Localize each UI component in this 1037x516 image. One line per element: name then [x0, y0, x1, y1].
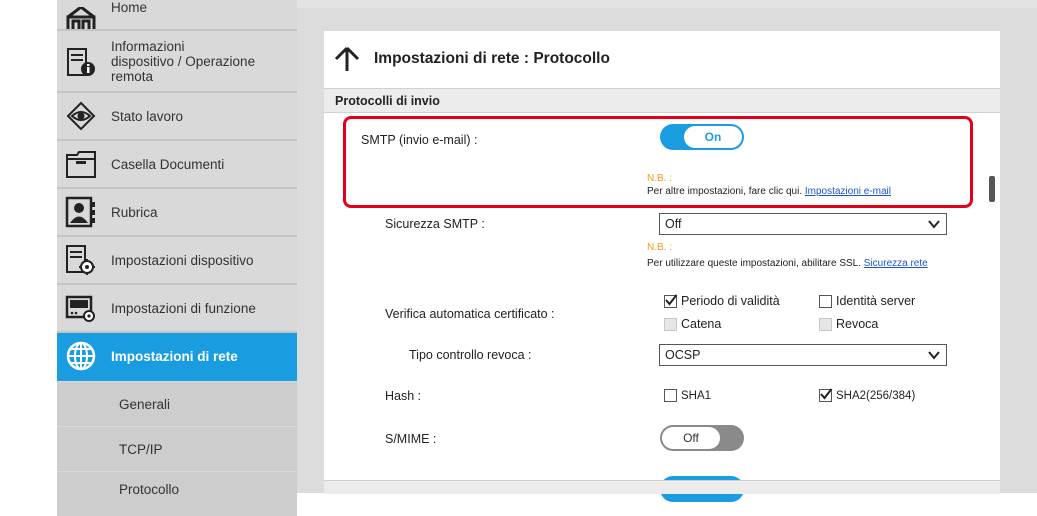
chevron-down-icon: [928, 351, 940, 360]
sidebar-item-home[interactable]: Home: [57, 0, 297, 31]
validity-period-checkbox[interactable]: Periodo di validità: [664, 293, 780, 308]
panel-header: Impostazioni di rete : Protocollo: [324, 31, 1000, 87]
sidebar-item-label: Impostazioni dispositivo: [111, 252, 254, 268]
toggle-knob: Off: [662, 427, 720, 449]
server-identity-checkbox[interactable]: Identità server: [819, 294, 915, 308]
panel-bottom-edge: [324, 480, 1000, 494]
hash-label: Hash :: [385, 389, 422, 403]
sidebar-subitem-tcpip[interactable]: TCP/IP: [57, 427, 297, 471]
note-tag: N.B. :: [647, 242, 673, 253]
note-tag: N.B. :: [647, 173, 673, 184]
smime-label: S/MIME :: [385, 432, 437, 446]
chain-checkbox[interactable]: Catena: [664, 317, 721, 331]
smime-toggle[interactable]: Off: [660, 425, 744, 451]
sidebar-item-label: Informazioni dispositivo / Operazione re…: [111, 38, 256, 84]
select-value: OCSP: [665, 348, 701, 362]
checkbox-box: [664, 293, 678, 308]
sidebar-subitem-label: Generali: [119, 396, 171, 412]
sha1-checkbox[interactable]: SHA1: [664, 389, 711, 402]
sidebar-item-label: Stato lavoro: [111, 108, 184, 124]
checkbox-label: Revoca: [836, 317, 879, 331]
toggle-knob: On: [684, 126, 742, 148]
chevron-down-icon: [928, 220, 940, 229]
sidebar-item-network-settings[interactable]: Impostazioni di rete: [57, 333, 297, 381]
checkbox-box: [819, 294, 832, 308]
home-icon: [65, 7, 97, 29]
smtp-note: Per altre impostazioni, fare clic qui. I…: [647, 185, 891, 198]
smtp-security-select[interactable]: Off: [659, 213, 947, 235]
back-arrow-icon[interactable]: [334, 46, 360, 72]
note-text: Per utilizzare queste impostazioni, abil…: [647, 258, 861, 269]
cert-check-label: Verifica automatica certificato :: [385, 307, 555, 321]
note-text: Per altre impostazioni, fare clic qui.: [647, 186, 803, 197]
network-security-link[interactable]: Sicurezza rete: [864, 258, 928, 269]
device-info-icon: [65, 45, 97, 77]
globe-icon: [65, 340, 97, 372]
checkbox-label: Periodo di validità: [681, 294, 780, 308]
smtp-security-note: Per utilizzare queste impostazioni, abil…: [647, 257, 977, 270]
sidebar-item-device-info[interactable]: Informazioni dispositivo / Operazione re…: [57, 31, 297, 93]
sidebar-subitem-label: Protocollo: [119, 482, 180, 497]
sidebar-item-label: Casella Documenti: [111, 156, 225, 172]
folder-icon: [65, 148, 97, 180]
page-title: Impostazioni di rete : Protocollo: [374, 50, 610, 67]
revocation-checkbox[interactable]: Revoca: [819, 317, 878, 331]
eye-icon: [65, 100, 97, 132]
scrollbar-thumb[interactable]: [989, 176, 995, 202]
check-icon: [820, 388, 833, 400]
checkbox-box: [664, 389, 677, 402]
sidebar-item-label: Impostazioni di rete: [111, 348, 238, 364]
checkbox-label: SHA2(256/384): [836, 389, 916, 402]
sha2-checkbox[interactable]: SHA2(256/384): [819, 388, 916, 402]
checkbox-box: [664, 317, 677, 331]
sidebar-subitem-general[interactable]: Generali: [57, 382, 297, 426]
sidebar-item-function-settings[interactable]: Impostazioni di funzione: [57, 285, 297, 333]
device-settings-icon: [65, 244, 97, 276]
sidebar-item-document-box[interactable]: Casella Documenti: [57, 141, 297, 189]
sidebar-subitem-label: TCP/IP: [119, 441, 163, 457]
smtp-label: SMTP (invio e-mail) :: [361, 133, 478, 147]
sidebar-item-label: Home: [111, 0, 148, 15]
address-book-icon: [65, 196, 97, 228]
section-title: Protocolli di invio: [335, 93, 440, 108]
sidebar-item-job-status[interactable]: Stato lavoro: [57, 93, 297, 141]
sidebar-item-label: Rubrica: [111, 204, 158, 220]
revocation-type-label: Tipo controllo revoca :: [409, 348, 532, 362]
email-settings-link[interactable]: Impostazioni e-mail: [805, 186, 891, 197]
checkbox-label: SHA1: [681, 389, 712, 402]
top-strip: [297, 0, 1037, 8]
sidebar-item-address-book[interactable]: Rubrica: [57, 189, 297, 237]
checkbox-label: Catena: [681, 317, 722, 331]
smtp-security-label: Sicurezza SMTP :: [385, 217, 485, 231]
checkbox-box: [819, 317, 832, 331]
sidebar: Home Informazioni dispositivo / Operazio…: [57, 0, 297, 516]
function-settings-icon: [65, 292, 97, 324]
sidebar-item-label: Impostazioni di funzione: [111, 300, 256, 316]
checkbox-box: [819, 388, 833, 402]
check-icon: [665, 293, 678, 306]
section-header: Protocolli di invio: [324, 88, 1000, 113]
sidebar-subitem-protocol[interactable]: Protocollo: [57, 472, 297, 516]
select-value: Off: [665, 217, 682, 231]
sidebar-item-device-settings[interactable]: Impostazioni dispositivo: [57, 237, 297, 285]
smtp-toggle[interactable]: On: [660, 124, 744, 150]
checkbox-label: Identità server: [836, 294, 916, 308]
revocation-type-select[interactable]: OCSP: [659, 344, 947, 366]
